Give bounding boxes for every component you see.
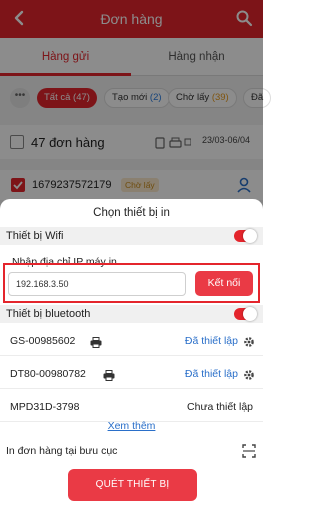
see-more-link[interactable]: Xem thêm xyxy=(0,420,263,432)
bluetooth-section-header: Thiết bị bluetooth xyxy=(0,305,263,323)
device-row[interactable]: MPD31D-3798 Chưa thiết lập xyxy=(0,392,263,422)
bluetooth-section-label: Thiết bị bluetooth xyxy=(6,308,91,320)
device-row[interactable]: DT80-00980782 Đã thiết lập xyxy=(0,359,263,389)
printer-icon xyxy=(103,368,115,381)
printer-icon xyxy=(90,335,102,348)
device-name: GS-00985602 xyxy=(10,335,76,347)
wifi-toggle[interactable] xyxy=(234,229,257,243)
device-name: DT80-00980782 xyxy=(10,368,86,380)
gear-icon[interactable] xyxy=(243,368,255,380)
gear-icon[interactable] xyxy=(243,335,255,347)
ip-address-input[interactable] xyxy=(8,272,186,296)
device-status: Chưa thiết lập xyxy=(187,401,253,413)
device-status: Đã thiết lập xyxy=(184,335,238,347)
scan-devices-button[interactable]: QUÉT THIẾT BỊ xyxy=(68,469,197,501)
wifi-section-label: Thiết bị Wifi xyxy=(6,230,64,242)
printer-select-sheet: Chọn thiết bị in Thiết bị Wifi Nhập địa … xyxy=(0,199,263,512)
device-status: Đã thiết lập xyxy=(184,368,238,380)
connect-button[interactable]: Kết nối xyxy=(195,271,253,296)
device-row[interactable]: GS-00985602 Đã thiết lập xyxy=(0,326,263,356)
sheet-title: Chọn thiết bị in xyxy=(93,207,170,219)
wifi-section-header: Thiết bị Wifi xyxy=(0,227,263,245)
scan-icon[interactable] xyxy=(242,444,256,458)
bluetooth-toggle[interactable] xyxy=(234,307,257,321)
post-office-print-label: In đơn hàng tại bưu cục xyxy=(6,445,118,457)
device-name: MPD31D-3798 xyxy=(10,401,80,413)
